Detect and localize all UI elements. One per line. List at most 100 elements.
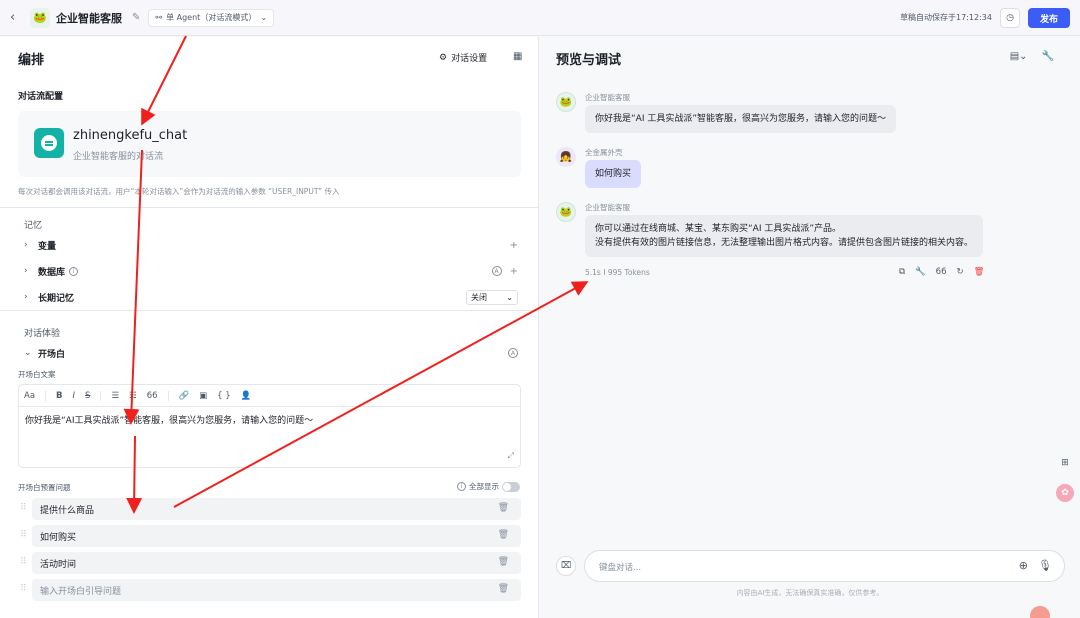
question-placeholder-input[interactable]: 输入开场白引导问题 <box>32 579 521 601</box>
dialog-settings-button[interactable]: ⚙ 对话设置 <box>439 51 488 65</box>
debug-icon[interactable]: 🔧 <box>915 267 926 277</box>
italic-icon[interactable]: I <box>73 391 76 401</box>
assistant-float-icon[interactable]: ✿ <box>1056 484 1074 502</box>
chevron-left-icon[interactable]: ‹ <box>10 10 24 25</box>
orchestration-panel: 编排 ⚙ 对话设置 ▦ 对话流配置 zhinengkefu_chat 企业智能客… <box>0 37 539 618</box>
flow-card[interactable]: zhinengkefu_chat 企业智能客服的对话流 <box>18 111 521 177</box>
layout-grid-icon[interactable]: ▦ <box>513 51 522 62</box>
question-row: ⠿ 如何购买 🗑 <box>18 525 521 547</box>
longterm-memory-select[interactable]: 关闭 ⌄ <box>466 289 518 305</box>
strikethrough-icon[interactable]: S <box>85 391 90 401</box>
publish-button[interactable]: 发布 <box>1028 8 1070 28</box>
app-title: 企业智能客服 <box>56 11 122 25</box>
show-all-label: 全部显示 <box>469 482 499 491</box>
flow-name: zhinengkefu_chat <box>73 128 188 143</box>
divider <box>0 207 539 208</box>
display-mode-icon[interactable]: ▤⌄ <box>1010 51 1028 62</box>
opening-text-label: 开场白文案 <box>18 370 56 379</box>
bold-icon[interactable]: B <box>56 391 62 401</box>
image-icon[interactable]: ▣ <box>199 391 207 401</box>
drag-handle-icon[interactable]: ⠿ <box>20 584 27 594</box>
numbered-list-icon[interactable]: ☷ <box>129 391 137 401</box>
editor-toolbar: Aa B I S ☰ ☷ 66 🔗 ▣ { } 👤 <box>19 385 520 407</box>
question-input[interactable]: 活动时间 <box>32 552 521 574</box>
database-row[interactable]: › 数据库 i A + <box>24 263 518 279</box>
auto-icon[interactable]: A <box>508 348 518 358</box>
divider <box>0 310 539 311</box>
show-all-toggle[interactable] <box>502 481 520 492</box>
experience-section-label: 对话体验 <box>24 329 61 339</box>
opening-text[interactable]: 你好我是“AI工具实战派”智能客服，很高兴为您服务，请输入您的问题～ <box>19 407 520 432</box>
trash-icon[interactable]: 🗑 <box>974 267 985 277</box>
sender-name: 全金属外壳 <box>585 148 623 157</box>
flow-section-title: 对话流配置 <box>18 92 64 102</box>
longterm-memory-row[interactable]: › 长期记忆 关闭 ⌄ <box>24 289 518 305</box>
preview-panel: 预览与调试 ▤⌄ 🔧 🐸 企业智能客服 你好我是“AI 工具实战派”智能客服，很… <box>540 37 1080 618</box>
bullet-list-icon[interactable]: ☰ <box>111 391 119 401</box>
trash-icon[interactable]: 🗑 <box>498 557 509 567</box>
question-row: ⠿ 输入开场白引导问题 🗑 <box>18 579 521 601</box>
clock-icon: ◷ <box>1006 13 1014 23</box>
drag-handle-icon[interactable]: ⠿ <box>20 557 27 567</box>
show-all-control[interactable]: i 全部显示 <box>453 481 520 492</box>
microphone-icon[interactable]: 🎙 <box>1038 559 1052 572</box>
preset-questions-label: 开场白预置问题 <box>18 483 71 492</box>
app-avatar: 🐸 <box>30 7 50 28</box>
link-icon[interactable]: 🔗 <box>179 391 190 401</box>
panel-title: 编排 <box>18 53 45 68</box>
response-meta: 5.1s I 995 Tokens <box>585 268 650 277</box>
save-status: 草稿自动保存于17:12:34 <box>900 13 992 22</box>
add-icon[interactable]: + <box>510 240 518 251</box>
variables-row[interactable]: › 变量 + <box>24 237 518 253</box>
question-row: ⠿ 活动时间 🗑 <box>18 552 521 574</box>
trash-icon[interactable]: 🗑 <box>498 503 509 513</box>
chevron-down-icon: ⌄ <box>24 348 32 358</box>
quote-icon[interactable]: 66 <box>147 391 158 401</box>
bubble-line: 你可以通过在线商城、某宝、某东购买“AI 工具实战派”产品。 <box>595 224 841 234</box>
bot-bubble: 你好我是“AI 工具实战派”智能客服，很高兴为您服务，请输入您的问题～ <box>585 105 896 133</box>
chevron-right-icon: › <box>24 266 28 276</box>
longterm-memory-label: 长期记忆 <box>38 293 75 304</box>
ai-disclaimer: 内容由AI生成，无法确保真实准确，仅供参考。 <box>736 589 884 597</box>
opening-row[interactable]: ⌄ 开场白 A <box>24 345 518 361</box>
drag-handle-icon[interactable]: ⠿ <box>20 530 27 540</box>
bubble-line: 没有提供有效的图片链接信息，无法整理输出图片格式内容。请提供包含图片链接的相关内… <box>595 238 974 248</box>
add-icon[interactable]: ⊕ <box>1019 559 1028 572</box>
user-icon[interactable]: 👤 <box>241 391 252 401</box>
trash-icon[interactable]: 🗑 <box>498 530 509 540</box>
trash-icon[interactable]: 🗑 <box>498 584 509 594</box>
clear-history-button[interactable]: ⌧ <box>556 556 576 576</box>
chat-input[interactable]: 键盘对话... ⊕ 🎙 <box>584 550 1065 582</box>
drag-handle-icon[interactable]: ⠿ <box>20 503 27 513</box>
debug-icon[interactable]: 🔧 <box>1042 51 1054 62</box>
flow-icon: ⚯ <box>155 13 163 22</box>
mode-selector[interactable]: ⚯ 单 Agent（对话流模式） ⌄ <box>148 8 275 27</box>
regenerate-icon[interactable]: ↻ <box>957 267 964 277</box>
broom-icon: ⌧ <box>560 561 572 571</box>
bot-bubble: 你可以通过在线商城、某宝、某东购买“AI 工具实战派”产品。 没有提供有效的图片… <box>585 215 984 257</box>
info-icon: i <box>457 482 466 491</box>
auto-icon[interactable]: A <box>491 266 502 276</box>
question-input[interactable]: 如何购买 <box>32 525 521 547</box>
dialog-settings-label: 对话设置 <box>451 54 488 64</box>
user-bubble: 如何购买 <box>585 160 642 188</box>
add-icon[interactable]: + <box>510 266 518 277</box>
question-input[interactable]: 提供什么商品 <box>32 498 521 520</box>
shortcut-icon[interactable]: ⊞ <box>1056 458 1074 476</box>
expand-icon[interactable]: ⤢ <box>508 451 514 461</box>
quote-icon[interactable]: 66 <box>936 267 947 277</box>
font-size-icon[interactable]: Aa <box>24 391 35 401</box>
variables-label: 变量 <box>38 241 57 252</box>
copy-icon[interactable]: ⧉ <box>899 267 905 277</box>
user-avatar: 👧 <box>556 147 576 167</box>
info-icon[interactable]: i <box>69 266 79 276</box>
variable-icon[interactable]: { } <box>217 391 231 401</box>
chat-flow-icon <box>34 128 64 158</box>
sender-name: 企业智能客服 <box>585 93 630 102</box>
history-button[interactable]: ◷ <box>1000 8 1020 28</box>
flow-description: 企业智能客服的对话流 <box>73 152 164 162</box>
opening-text-editor[interactable]: Aa B I S ☰ ☷ 66 🔗 ▣ { } 👤 你好我是“AI工具实战派”智… <box>18 384 521 468</box>
edit-icon[interactable]: ✎ <box>132 12 140 23</box>
settings-icon: ⚙ <box>439 52 448 63</box>
sender-name: 企业智能客服 <box>585 203 630 212</box>
